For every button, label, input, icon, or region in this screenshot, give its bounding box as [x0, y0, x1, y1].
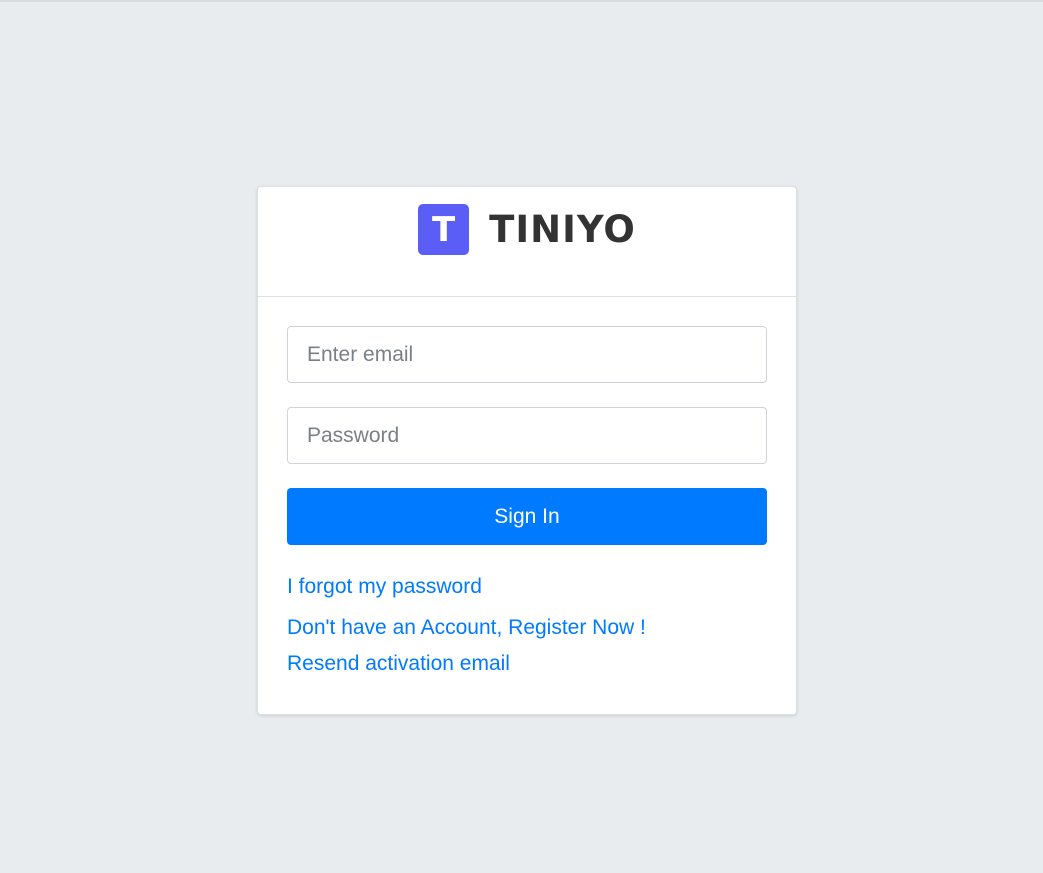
card-header: T TINIYO: [258, 187, 796, 297]
brand-logo-link[interactable]: T TINIYO: [418, 204, 636, 255]
email-input[interactable]: [287, 326, 767, 383]
login-form: Sign In I forgot my password Don't have …: [258, 297, 796, 677]
tiniyo-logo-icon: T: [418, 204, 470, 255]
forgot-password-link[interactable]: I forgot my password: [287, 574, 767, 600]
sign-in-button[interactable]: Sign In: [287, 488, 767, 545]
logo-letter: T: [432, 209, 456, 250]
register-link[interactable]: Don't have an Account, Register Now !: [287, 615, 767, 641]
login-card: T TINIYO Sign In I forgot my password Do…: [257, 186, 797, 715]
resend-activation-link[interactable]: Resend activation email: [287, 651, 767, 677]
brand-name: TINIYO: [489, 208, 636, 251]
password-input[interactable]: [287, 407, 767, 464]
